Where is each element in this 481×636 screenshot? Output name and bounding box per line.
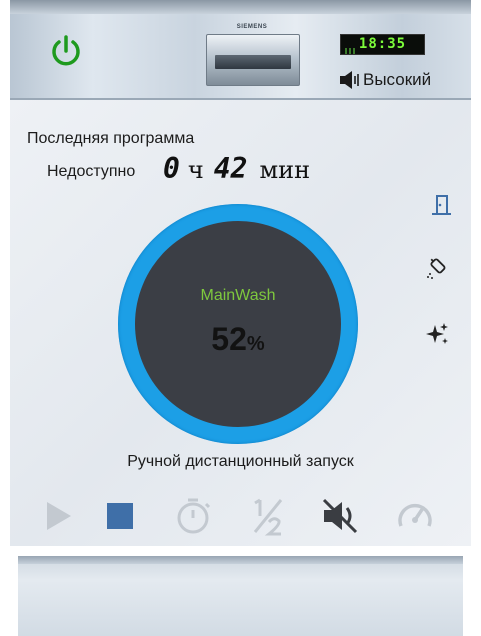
mute-button[interactable] (320, 494, 364, 538)
clock-display: 18:35 (340, 34, 425, 55)
volume-control[interactable]: Высокий (338, 69, 431, 91)
percent-sign: % (246, 333, 265, 355)
stop-icon (107, 503, 133, 529)
hours-unit: ч (187, 156, 204, 184)
sparkle-icon (426, 323, 448, 344)
control-panel: SIEMENS 18:35 Высокий (10, 0, 471, 100)
minutes-value: 42 (213, 152, 248, 185)
progress-percent: 52% (135, 321, 341, 358)
timer-icon (177, 498, 211, 534)
speaker-icon (340, 71, 359, 89)
rinse-aid-status[interactable] (425, 255, 451, 281)
half-load-button[interactable] (247, 494, 291, 538)
progress-ring: MainWash 52% (118, 204, 358, 444)
delay-start-button[interactable] (173, 494, 217, 538)
availability-status: Недоступно (47, 163, 136, 180)
program-phase: MainWash (200, 287, 276, 304)
progress-center: MainWash 52% (135, 221, 341, 427)
remaining-time: 0 ч 42 мин (163, 152, 320, 185)
rinse-aid-icon (427, 258, 446, 279)
stop-button[interactable] (99, 494, 143, 538)
speed-icon (398, 503, 432, 527)
clock-time: 18:35 (358, 36, 407, 52)
brand-logo: SIEMENS (236, 24, 268, 30)
mute-icon (322, 498, 358, 534)
half-load-icon (253, 498, 283, 536)
door-status[interactable] (428, 192, 454, 218)
power-icon (52, 35, 80, 66)
hours-value: 0 (163, 152, 180, 185)
door-handle[interactable] (206, 34, 300, 86)
control-bar (37, 494, 447, 538)
bottom-panel (18, 556, 463, 636)
play-icon (47, 502, 71, 530)
speed-button[interactable] (393, 494, 437, 538)
power-button[interactable] (48, 33, 84, 69)
percent-value: 52 (211, 321, 247, 357)
volume-label: Высокий (363, 70, 432, 89)
shine-status[interactable] (424, 321, 450, 347)
minutes-unit: мин (259, 156, 311, 184)
remote-start-label: Ручной дистанционный запуск (127, 453, 354, 470)
door-icon (432, 195, 451, 215)
last-program-label: Последняя программа (27, 130, 195, 147)
start-button[interactable] (37, 494, 81, 538)
